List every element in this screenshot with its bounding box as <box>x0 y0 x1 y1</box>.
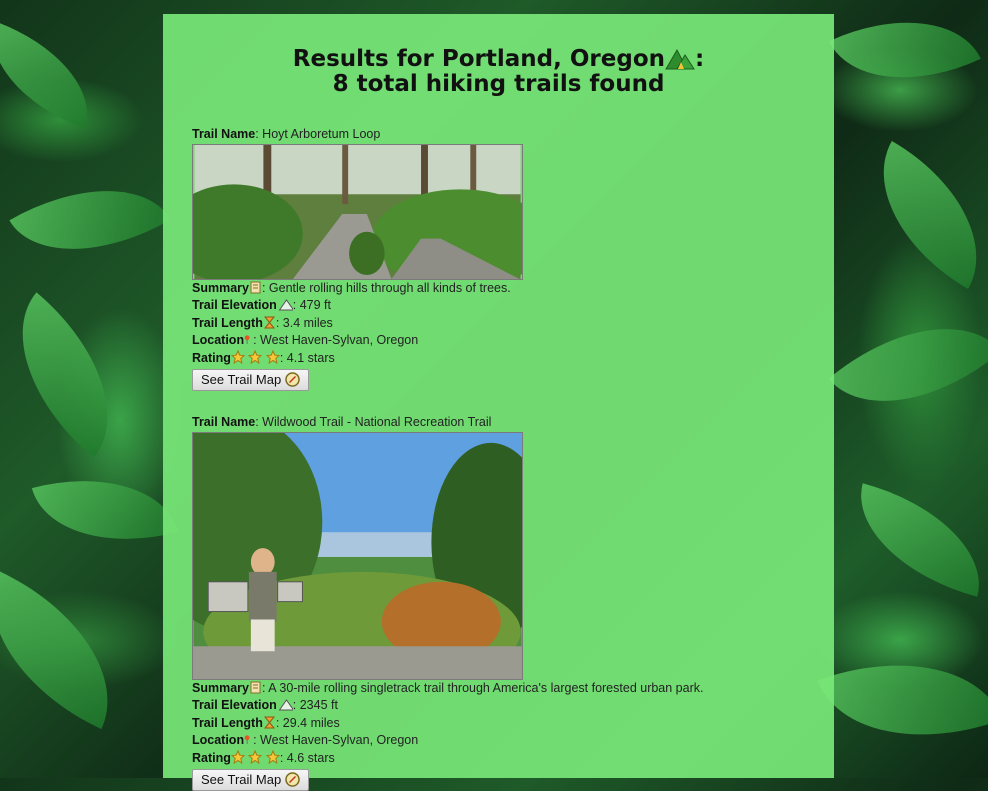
background-leaf <box>0 570 144 730</box>
length-row: Trail Length : 3.4 miles <box>192 315 523 333</box>
see-trail-map-button[interactable]: See Trail Map <box>192 769 310 791</box>
results-panel: Results for Portland, Oregon: 8 total hi… <box>163 14 834 791</box>
trail-name: : Hoyt Arboretum Loop <box>255 127 381 141</box>
summary-value: : Gentle rolling hills through all kinds… <box>261 280 511 295</box>
elevation-row: Trail Elevation : 479 ft <box>192 297 523 315</box>
rating-row: Rating : 4.1 stars <box>192 349 523 368</box>
summary-label: Summary <box>192 280 249 295</box>
background-leaf <box>817 625 988 775</box>
location-row: Location : West Haven-Sylvan, Oregon <box>192 732 703 750</box>
trail-name-label: Trail Name <box>192 127 256 141</box>
star-icon <box>265 349 280 364</box>
location-row: Location : West Haven-Sylvan, Oregon <box>192 332 523 350</box>
trail-card: Trail Name: Hoyt Arboretum Loop Summary:… <box>192 126 523 391</box>
summary-row: Summary : Gentle rolling hills through al… <box>192 280 523 298</box>
see-trail-map-label: See Trail Map <box>201 772 282 787</box>
map-pin-icon <box>244 335 250 344</box>
compass-icon <box>285 372 300 387</box>
elevation-label: Trail Elevation <box>192 698 277 712</box>
star-icon <box>230 749 245 764</box>
see-trail-map-label: See Trail Map <box>201 372 282 387</box>
trail-photo <box>192 431 523 680</box>
trail-name-row: Trail Name: Hoyt Arboretum Loop <box>192 126 523 144</box>
page-title: Results for Portland, Oregon: 8 total hi… <box>163 46 834 97</box>
trail-name: : Wildwood Trail - National Recreation T… <box>255 415 492 429</box>
star-icon <box>265 749 280 764</box>
summary-label: Summary <box>192 680 249 695</box>
title-line-2: 8 total hiking trails found <box>332 71 665 97</box>
triangle-mountain-icon <box>278 699 293 711</box>
trail-name-row: Trail Name: Wildwood Trail - National Re… <box>192 414 703 432</box>
length-label: Trail Length <box>192 315 263 330</box>
title-line-1: Results for Portland, Oregon <box>292 46 666 72</box>
star-icon <box>248 349 263 364</box>
length-label: Trail Length <box>192 715 263 730</box>
see-trail-map-button[interactable]: See Trail Map <box>192 369 310 391</box>
star-icon <box>230 349 245 364</box>
scroll-icon <box>250 681 261 693</box>
summary-row: Summary : A 30-mile rolling singletrack t… <box>192 680 703 698</box>
background-leaf <box>842 483 988 597</box>
star-icon <box>248 749 263 764</box>
background-leaf <box>828 282 988 448</box>
scroll-icon <box>250 281 261 293</box>
title-colon: : <box>695 46 705 72</box>
compass-icon <box>285 772 300 787</box>
elevation-value: : 2345 ft <box>292 698 338 712</box>
hourglass-icon <box>263 316 275 328</box>
rating-label: Rating <box>192 750 231 765</box>
location-label: Location <box>192 333 245 347</box>
length-value: : 29.4 miles <box>275 715 340 730</box>
map-pin-icon <box>244 735 250 744</box>
rating-row: Rating : 4.6 stars <box>192 749 703 768</box>
trail-name-label: Trail Name <box>192 415 256 429</box>
summary-value: : A 30-mile rolling singletrack trail th… <box>261 680 704 695</box>
rating-label: Rating <box>192 350 231 365</box>
elevation-value: : 479 ft <box>292 298 331 312</box>
background-leaf <box>31 454 179 566</box>
location-value: : West Haven-Sylvan, Oregon <box>253 733 419 747</box>
triangle-mountain-icon <box>278 299 293 311</box>
elevation-row: Trail Elevation : 2345 ft <box>192 697 703 715</box>
location-label: Location <box>192 733 245 747</box>
background-leaf <box>846 141 988 289</box>
rating-value: : 4.6 stars <box>279 750 335 765</box>
background-leaf <box>0 292 152 458</box>
length-value: : 3.4 miles <box>275 315 333 330</box>
trail-photo <box>192 143 523 280</box>
location-value: : West Haven-Sylvan, Oregon <box>253 333 419 347</box>
length-row: Trail Length : 29.4 miles <box>192 715 703 733</box>
mountain-icon <box>665 48 695 70</box>
background-leaf <box>9 150 171 290</box>
trail-card: Trail Name: Wildwood Trail - National Re… <box>192 414 703 791</box>
rating-value: : 4.1 stars <box>279 350 335 365</box>
background-leaf <box>829 0 981 114</box>
hourglass-icon <box>263 716 275 728</box>
background-leaf <box>0 21 109 129</box>
elevation-label: Trail Elevation <box>192 298 277 312</box>
